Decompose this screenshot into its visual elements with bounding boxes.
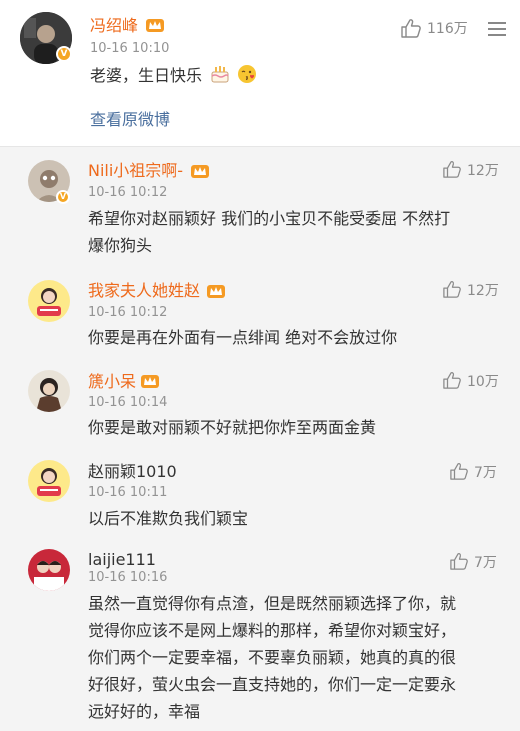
verified-badge: V — [56, 190, 70, 204]
comment-text: 你要是再在外面有一点绯闻 绝对不会放过你 — [88, 324, 397, 351]
comment-like-button[interactable]: 10万 — [442, 371, 502, 393]
post-like-count: 116万 — [427, 21, 468, 37]
comment-line: 虽然一直觉得你有点渣，但是既然丽颖选择了你，就 — [88, 594, 457, 613]
comment-text: 以后不准欺负我们颖宝 — [88, 505, 248, 532]
author-name[interactable]: 冯绍峰 — [90, 16, 138, 36]
comment-like-button[interactable]: 7万 — [449, 462, 501, 484]
comment-text: 虽然一直觉得你有点渣，但是既然丽颖选择了你，就 觉得你应该不是网上爆料的那样，希… — [88, 590, 456, 725]
cake-emoji-icon — [211, 66, 229, 83]
comment-avatar[interactable] — [28, 549, 70, 591]
comment-line: 希望你对赵丽颖好 我们的小宝贝不能受委屈 不然打 — [88, 209, 451, 228]
comment-avatar[interactable] — [28, 460, 70, 502]
comment-like-count: 12万 — [467, 163, 499, 179]
comment-line: 远好好的，幸福 — [88, 702, 201, 721]
comment-like-button[interactable]: 12万 — [442, 280, 502, 302]
thumbs-up-icon — [443, 372, 461, 389]
comment-time: 10-16 10:14 — [88, 395, 168, 410]
thumbs-up-icon — [450, 553, 468, 570]
comment-line: 你们两个一定要幸福，不要辜负丽颖，她真的真的很 — [88, 648, 457, 667]
comment-avatar[interactable] — [28, 370, 70, 412]
thumbs-up-icon — [450, 463, 468, 480]
comment-line: 你要是再在外面有一点绯闻 绝对不会放过你 — [88, 328, 398, 347]
vip-crown-icon — [146, 19, 164, 32]
comment-avatar[interactable] — [28, 280, 70, 322]
vip-crown-icon — [141, 375, 159, 388]
comment-text: 希望你对赵丽颖好 我们的小宝贝不能受委屈 不然打 爆你狗头 — [88, 205, 450, 259]
comment-text: 你要是敢对丽颖不好就把你炸至两面金黄 — [88, 414, 376, 441]
original-post: V 冯绍峰 10-16 10:10 老婆，生日快乐 查看原微博 116万 — [0, 0, 520, 146]
comment-time: 10-16 10:12 — [88, 185, 168, 200]
commenter-name[interactable]: laijie111 — [88, 550, 156, 570]
comment-time: 10-16 10:16 — [88, 570, 168, 585]
thumbs-up-icon — [401, 19, 421, 38]
view-original-link[interactable]: 查看原微博 — [90, 110, 170, 130]
post-like-button[interactable]: 116万 — [400, 18, 472, 40]
comment-time: 10-16 10:12 — [88, 305, 168, 320]
vip-crown-icon — [191, 165, 209, 178]
comment-line: 爆你狗头 — [88, 236, 153, 255]
comment-like-button[interactable]: 12万 — [442, 160, 502, 182]
post-time: 10-16 10:10 — [90, 41, 170, 56]
more-menu-icon[interactable] — [488, 22, 508, 36]
comment-line: 以后不准欺负我们颖宝 — [88, 509, 249, 528]
commenter-name[interactable]: 篪小呆 — [88, 372, 136, 392]
comment-like-count: 7万 — [474, 465, 497, 481]
comment-time: 10-16 10:11 — [88, 485, 168, 500]
verified-badge: V — [56, 46, 72, 62]
comment-like-count: 12万 — [467, 283, 499, 299]
commenter-name[interactable]: Nili小祖宗啊- — [88, 161, 183, 181]
comment-like-count: 7万 — [474, 555, 497, 571]
commenter-name[interactable]: 我家夫人她姓赵 — [88, 281, 200, 301]
post-text-content: 老婆，生日快乐 — [90, 66, 203, 85]
comment-line: 好很好，萤火虫会一直支持她的，你们一定一定要永 — [88, 675, 457, 694]
commenter-name[interactable]: 赵丽颖1010 — [88, 462, 177, 482]
thumbs-up-icon — [443, 161, 461, 178]
comment-like-count: 10万 — [467, 374, 499, 390]
comment-line: 你要是敢对丽颖不好就把你炸至两面金黄 — [88, 418, 377, 437]
post-text: 老婆，生日快乐 — [90, 62, 258, 89]
comment-line: 觉得你应该不是网上爆料的那样，希望你对颖宝好， — [88, 621, 457, 640]
comment-like-button[interactable]: 7万 — [449, 552, 501, 574]
vip-crown-icon — [207, 285, 225, 298]
kiss-emoji-icon — [238, 65, 257, 83]
thumbs-up-icon — [443, 281, 461, 298]
